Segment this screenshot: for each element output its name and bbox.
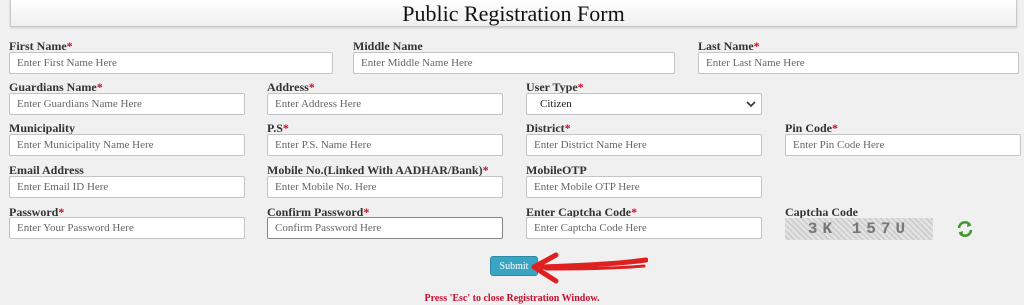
- municipality-input[interactable]: Enter Municipality Name Here: [9, 134, 245, 156]
- ps-input[interactable]: Enter P.S. Name Here: [267, 134, 503, 156]
- pin-code-label: Pin Code*: [785, 121, 839, 135]
- address-label: Address*: [267, 80, 315, 94]
- pin-code-input[interactable]: Enter Pin Code Here: [785, 134, 1021, 156]
- district-input[interactable]: Enter District Name Here: [526, 134, 762, 156]
- guardians-name-label: Guardians Name*: [9, 80, 103, 94]
- municipality-label: Municipality: [9, 121, 76, 135]
- captcha-input[interactable]: Enter Captcha Code Here: [526, 217, 762, 239]
- captcha-image: 3K 157U: [785, 218, 933, 240]
- page-title: Public Registration Form: [402, 1, 625, 26]
- confirm-password-input[interactable]: Confirm Password Here: [267, 217, 503, 239]
- middle-name-label: Middle Name: [353, 39, 423, 53]
- mobile-input[interactable]: Enter Mobile No. Here: [267, 176, 503, 198]
- password-input[interactable]: Enter Your Password Here: [9, 217, 245, 239]
- red-arrow-annotation: [531, 252, 648, 284]
- middle-name-input[interactable]: Enter Middle Name Here: [353, 52, 675, 74]
- captcha-code-label: Captcha Code: [785, 205, 859, 219]
- address-input[interactable]: Enter Address Here: [267, 93, 503, 115]
- refresh-icon[interactable]: [955, 219, 975, 239]
- last-name-label: Last Name*: [698, 39, 760, 53]
- footer-note: Press 'Esc' to close Registration Window…: [424, 293, 600, 304]
- first-name-label: First Name*: [9, 39, 73, 53]
- user-type-value: Citizen: [540, 98, 572, 110]
- user-type-label: User Type*: [526, 80, 584, 94]
- chevron-down-icon: [746, 101, 756, 108]
- mobile-otp-label: MobileOTP: [526, 163, 587, 177]
- email-label: Email Address: [9, 163, 84, 177]
- guardians-name-input[interactable]: Enter Guardians Name Here: [9, 93, 245, 115]
- mobile-label: Mobile No.(Linked With AADHAR/Bank)*: [267, 163, 489, 177]
- user-type-select[interactable]: Citizen: [526, 93, 762, 115]
- last-name-input[interactable]: Enter Last Name Here: [698, 52, 1019, 74]
- mobile-otp-input[interactable]: Enter Mobile OTP Here: [526, 176, 762, 198]
- form-title-bar: Public Registration Form: [10, 0, 1017, 27]
- ps-label: P.S*: [267, 121, 289, 135]
- first-name-input[interactable]: Enter First Name Here: [9, 52, 333, 74]
- district-label: District*: [526, 121, 571, 135]
- email-input[interactable]: Enter Email ID Here: [9, 176, 245, 198]
